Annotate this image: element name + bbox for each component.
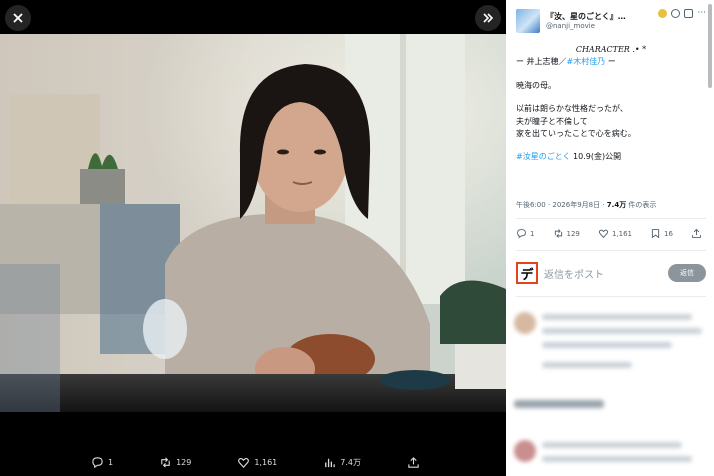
post-panel: 『汝、星のごとく』… @nanji_movie ··· CHARACTER .•…	[506, 0, 714, 476]
character-line: CHARACTER .• *	[575, 45, 647, 54]
cast-prefix: ー 井上志穂／	[516, 57, 567, 67]
reply-line	[542, 328, 702, 334]
close-icon	[13, 13, 23, 23]
desc-line-3: 家を出ていったことで心を病む。	[516, 128, 636, 138]
author-avatar[interactable]	[516, 9, 540, 33]
reply-line	[542, 362, 632, 368]
heart-icon	[238, 457, 250, 468]
reply-line	[542, 442, 682, 448]
viewer-action-bar: 1 129 1,161 7.4万	[0, 445, 506, 476]
viewer-repost-button[interactable]: 129	[159, 456, 191, 469]
reply-item	[514, 312, 702, 368]
desc-line-1: 以前は朗らかな性格だったが、	[516, 104, 628, 114]
cast-hashtag[interactable]: #木村佳乃	[567, 57, 606, 66]
media-photo	[0, 34, 506, 412]
like-button[interactable]: 1,161	[598, 228, 632, 239]
reply-item	[514, 440, 692, 462]
media-viewer: 1 129 1,161 7.4万	[0, 0, 506, 476]
author-badges: ···	[658, 8, 706, 18]
like-count: 1,161	[611, 229, 632, 238]
share-icon	[408, 456, 419, 468]
cast-suffix: ー	[605, 57, 616, 67]
grok-icon[interactable]	[684, 8, 694, 18]
bookmark-count: 16	[664, 229, 673, 238]
post-timestamp[interactable]: 午後6:00 · 2026年9月8日 ·	[516, 201, 607, 209]
post-text: CHARACTER .• * ー 井上志穂／#木村佳乃 ー 暁海の母。 以前は朗…	[516, 44, 706, 164]
blurred-replies	[514, 300, 710, 476]
bookmark-icon	[651, 229, 660, 239]
bar-chart-icon	[325, 458, 336, 467]
author-name[interactable]: 『汝、星のごとく』…	[546, 12, 626, 21]
repost-button[interactable]: 129	[553, 228, 580, 239]
cast-line: ー 井上志穂／#木村佳乃 ー	[516, 56, 706, 68]
divider	[516, 250, 706, 251]
user-avatar[interactable]: デ	[516, 262, 538, 284]
reply-line	[542, 342, 672, 348]
heart-icon	[598, 229, 609, 239]
viewer-repost-count: 129	[176, 457, 192, 467]
reply-submit-button[interactable]: 返信	[668, 264, 706, 282]
promo-line: #汝星のごとく 10.9(金)公開	[516, 151, 706, 163]
reply-icon	[92, 456, 103, 468]
viewer-share-button[interactable]	[407, 456, 420, 469]
more-icon[interactable]: ···	[697, 8, 706, 18]
viewer-views-count: 7.4万	[340, 457, 361, 467]
repost-icon	[161, 456, 170, 468]
share-button[interactable]	[691, 228, 702, 239]
post-action-bar: 1 129 1,161 16	[516, 228, 702, 239]
expand-panel-button[interactable]	[475, 5, 501, 31]
reply-composer: デ 返信をポスト 返信	[516, 260, 706, 286]
double-chevron-right-icon	[483, 13, 494, 23]
section-heading	[514, 400, 604, 408]
close-button[interactable]	[5, 5, 31, 31]
reply-avatar	[514, 312, 536, 334]
scrollbar[interactable]	[708, 4, 712, 88]
role-line: 暁海の母。	[516, 80, 556, 90]
divider	[516, 218, 706, 219]
reply-count: 1	[530, 229, 535, 238]
viewer-topbar	[0, 0, 506, 34]
info-icon[interactable]	[671, 8, 681, 18]
author-handle[interactable]: @nanji_movie	[546, 22, 626, 30]
promo-hashtag[interactable]: #汝星のごとく	[516, 152, 570, 161]
viewer-reply-count: 1	[108, 457, 114, 467]
reply-avatar	[514, 440, 536, 462]
desc-line-2: 夫が瞳子と不倫して	[516, 116, 588, 126]
viewer-like-button[interactable]: 1,161	[237, 456, 277, 469]
heading-line	[514, 400, 604, 408]
post-views-number: 7.4万	[606, 201, 627, 209]
gold-badge-icon	[658, 8, 668, 18]
reply-input[interactable]: 返信をポスト	[544, 266, 668, 281]
reply-button[interactable]: 1	[516, 228, 534, 239]
viewer-views-button[interactable]: 7.4万	[323, 456, 361, 469]
repost-icon	[554, 229, 562, 238]
bookmark-button[interactable]: 16	[650, 228, 673, 239]
reply-icon	[517, 229, 526, 239]
reply-line	[542, 456, 692, 462]
viewer-reply-button[interactable]: 1	[91, 456, 113, 469]
post-meta: 午後6:00 · 2026年9月8日 · 7.4万 件の表示	[516, 200, 656, 210]
promo-rest: 10.9(金)公開	[570, 152, 622, 162]
repost-count: 129	[566, 229, 580, 238]
share-icon	[692, 228, 701, 238]
viewer-like-count: 1,161	[254, 457, 278, 467]
post-views-suffix: 件の表示	[626, 201, 657, 209]
divider	[516, 296, 706, 297]
reply-line	[542, 314, 692, 320]
